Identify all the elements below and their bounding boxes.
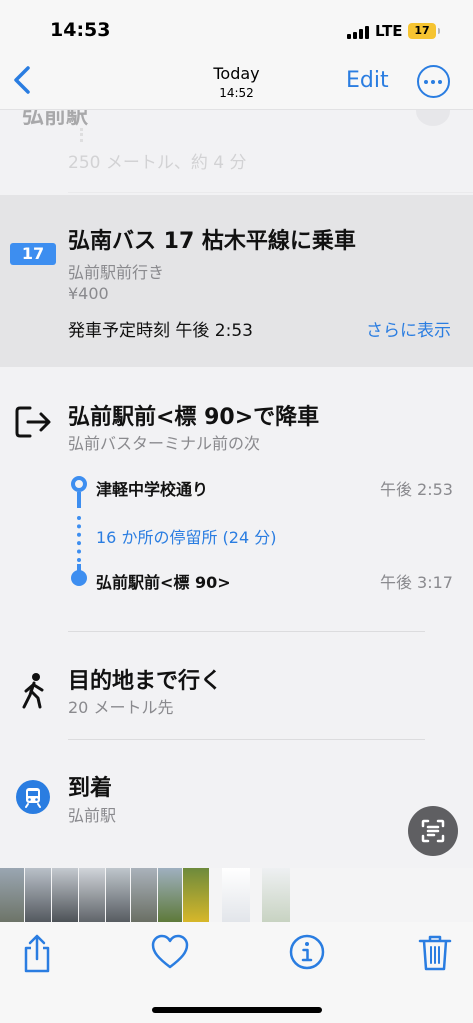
thumbnail-strip[interactable] <box>0 868 473 922</box>
show-more-link[interactable]: さらに表示 <box>366 316 451 341</box>
directions-sheet: 弘前駅 250 メートル、約 4 分 17 弘南バス 17 枯木平線に乗車 弘前… <box>0 110 473 868</box>
walk-icon <box>20 672 48 710</box>
bus-step: 17 弘南バス 17 枯木平線に乗車 弘前駅前行き ¥400 発車予定時刻 午後… <box>0 195 473 367</box>
departure-time: 発車予定時刻 午後 2:53 <box>68 321 253 341</box>
battery-icon: 17 <box>408 23 440 39</box>
photo-thumbnail[interactable] <box>106 868 130 922</box>
bottom-toolbar <box>0 922 473 1023</box>
more-icon[interactable] <box>417 65 450 98</box>
bus-destination: 弘前駅前行き <box>68 263 165 282</box>
photo-thumbnail[interactable] <box>158 868 182 922</box>
status-bar: 14:53 LTE 17 <box>0 0 473 56</box>
photo-thumbnail[interactable] <box>262 868 290 922</box>
info-icon[interactable] <box>287 932 327 974</box>
walk-subtitle: 20 メートル先 <box>68 698 174 717</box>
network-type: LTE <box>375 22 403 40</box>
arrive-subtitle: 弘前駅 <box>68 806 117 825</box>
home-indicator <box>152 1007 322 1013</box>
photo-thumbnail[interactable] <box>183 868 209 922</box>
route-badge: 17 <box>10 243 56 265</box>
bus-fare: ¥400 <box>68 284 109 303</box>
photo-thumbnail[interactable] <box>0 868 24 922</box>
nav-title: Today <box>213 64 260 83</box>
timeline-dots <box>77 516 81 562</box>
divider <box>68 739 425 740</box>
end-stop: 弘前駅前<標 90> <box>96 573 231 592</box>
timeline-end-marker <box>71 570 87 586</box>
photo-thumbnail[interactable] <box>52 868 78 922</box>
end-time: 午後 3:17 <box>379 573 453 592</box>
nav-bar: Today 14:52 Edit <box>0 56 473 110</box>
start-stop: 津軽中学校通り <box>96 480 209 499</box>
exit-subtitle: 弘前バスターミナル前の次 <box>68 434 261 453</box>
photo-thumbnail[interactable] <box>79 868 105 922</box>
walk-distance: 250 メートル、約 4 分 <box>68 153 247 173</box>
status-time: 14:53 <box>50 19 111 41</box>
share-icon[interactable] <box>17 932 57 974</box>
divider <box>68 192 473 193</box>
close-icon <box>416 110 450 126</box>
start-time: 午後 2:53 <box>379 480 453 499</box>
timeline-start-marker <box>71 476 87 492</box>
arrive-title: 到着 <box>68 776 113 801</box>
exit-title: 弘前駅前<標 90>で降車 <box>68 405 320 430</box>
bus-title: 弘南バス 17 枯木平線に乗車 <box>68 229 356 254</box>
timeline-line <box>77 492 81 508</box>
edit-button[interactable]: Edit <box>346 68 389 93</box>
peek-title: 弘前駅 <box>22 110 89 129</box>
photo-thumbnail[interactable] <box>222 868 250 922</box>
train-icon <box>16 780 50 814</box>
live-text-icon[interactable] <box>408 806 458 856</box>
trash-icon[interactable] <box>415 932 455 974</box>
heart-icon[interactable] <box>150 932 190 974</box>
walk-title: 目的地まで行く <box>68 669 223 694</box>
signal-icon <box>347 26 369 39</box>
photo-thumbnail[interactable] <box>131 868 157 922</box>
divider <box>68 631 425 632</box>
photo-thumbnail[interactable] <box>25 868 51 922</box>
exit-icon <box>14 404 54 440</box>
stops-summary-link[interactable]: 16 か所の停留所 (24 分) <box>96 524 276 548</box>
walk-dots <box>80 128 83 142</box>
nav-subtitle: 14:52 <box>219 86 254 100</box>
